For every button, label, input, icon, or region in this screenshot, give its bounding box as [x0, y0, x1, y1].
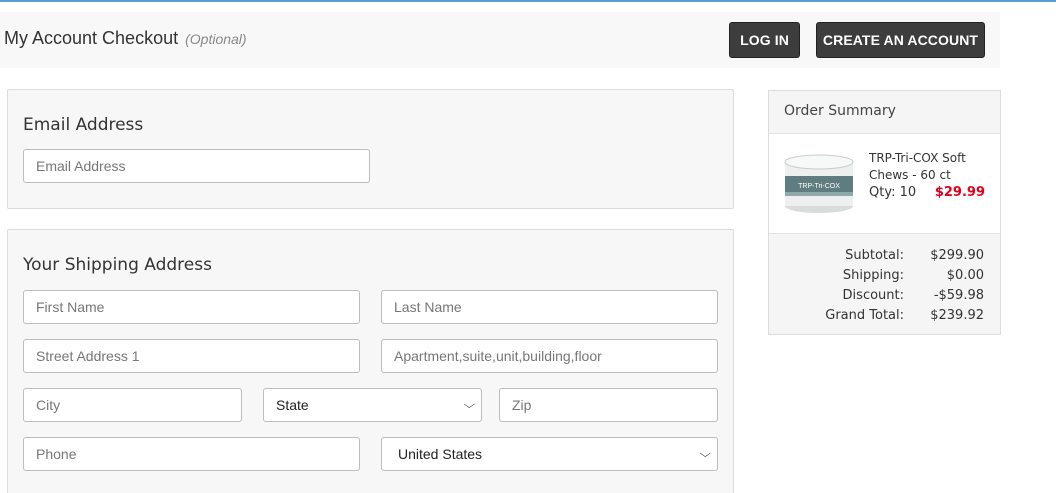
shipping-label: Shipping:	[842, 267, 904, 283]
order-summary-panel: Order Summary TRP-Tri-COX TRP-Tri-COX So…	[768, 90, 1001, 335]
checkout-header: My Account Checkout (Optional) LOG IN CR…	[0, 12, 1000, 68]
product-price: $29.99	[934, 185, 985, 200]
state-selected-value: State	[276, 397, 309, 413]
street-address-input[interactable]: Street Address 1	[23, 339, 360, 373]
shipping-section-title: Your Shipping Address	[23, 255, 212, 275]
email-placeholder: Email Address	[36, 158, 126, 174]
city-placeholder: City	[36, 397, 61, 413]
optional-note: (Optional)	[185, 31, 247, 47]
email-section-title: Email Address	[23, 115, 144, 135]
product-qty: Qty: 10	[869, 185, 917, 200]
subtotal-value: $299.90	[930, 247, 984, 263]
email-panel: Email Address Email Address	[7, 89, 734, 209]
discount-value: -$59.98	[933, 287, 984, 303]
product-image-label: TRP-Tri-COX	[798, 183, 840, 190]
first-name-input[interactable]: First Name	[23, 290, 360, 324]
order-summary-title: Order Summary	[784, 103, 896, 119]
create-account-button[interactable]: CREATE AN ACCOUNT	[816, 22, 985, 58]
zip-placeholder: Zip	[512, 397, 532, 413]
totals-row: Grand Total: $239.92	[769, 305, 1000, 325]
email-input[interactable]: Email Address	[23, 149, 370, 183]
top-accent-line	[0, 0, 1056, 2]
login-button[interactable]: LOG IN	[729, 22, 800, 58]
chevron-down-icon: ⌵	[698, 447, 711, 460]
country-select[interactable]: United States ⌵	[381, 437, 718, 471]
shipping-value: $0.00	[946, 267, 984, 283]
grand-total-value: $239.92	[930, 307, 984, 323]
totals-row: Subtotal: $299.90	[769, 245, 1000, 265]
last-name-input[interactable]: Last Name	[381, 290, 718, 324]
grand-total-label: Grand Total:	[825, 307, 904, 323]
first-name-placeholder: First Name	[36, 299, 105, 315]
product-name[interactable]: TRP-Tri-COX Soft Chews - 60 ct	[869, 150, 987, 184]
apartment-input[interactable]: Apartment,suite,unit,building,floor	[381, 339, 718, 373]
country-selected-value: United States	[398, 446, 483, 462]
chevron-down-icon: ⌵	[462, 398, 475, 411]
cart-item: TRP-Tri-COX TRP-Tri-COX Soft Chews - 60 …	[769, 133, 1000, 234]
phone-input[interactable]: Phone	[23, 437, 360, 471]
zip-input[interactable]: Zip	[499, 388, 718, 422]
last-name-placeholder: Last Name	[394, 299, 462, 315]
page-title-text: My Account Checkout	[4, 28, 179, 48]
phone-placeholder: Phone	[36, 446, 77, 462]
shipping-panel: Your Shipping Address First Name Last Na…	[7, 229, 734, 493]
totals-row: Discount: -$59.98	[769, 285, 1000, 305]
subtotal-label: Subtotal:	[845, 247, 904, 263]
totals-row: Shipping: $0.00	[769, 265, 1000, 285]
apt-placeholder: Apartment,suite,unit,building,floor	[394, 348, 602, 364]
product-image[interactable]: TRP-Tri-COX	[783, 152, 855, 214]
page-title: My Account Checkout (Optional)	[4, 28, 247, 49]
order-totals: Subtotal: $299.90 Shipping: $0.00 Discou…	[769, 245, 1000, 325]
state-select[interactable]: State ⌵	[263, 388, 482, 422]
street-placeholder: Street Address 1	[36, 348, 140, 364]
discount-label: Discount:	[842, 287, 904, 303]
city-input[interactable]: City	[23, 388, 242, 422]
